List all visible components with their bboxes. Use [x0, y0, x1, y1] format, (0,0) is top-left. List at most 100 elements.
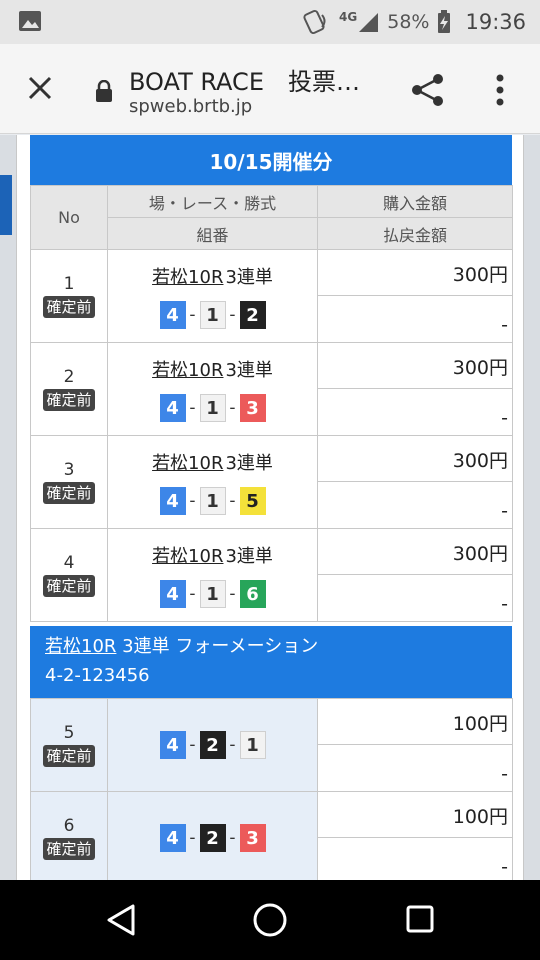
- race-link[interactable]: 若松10R: [152, 546, 223, 567]
- formation-type: 3連単 フォーメーション: [122, 636, 319, 657]
- bet-number: 4: [63, 553, 75, 573]
- bets-table: No 場・レース・勝式 購入金額 組番 払戻金額 1 確定前 若松10R 3連単 …: [30, 185, 513, 622]
- combination: 4-1-5: [108, 487, 317, 515]
- close-icon[interactable]: [22, 70, 58, 106]
- combo-separator: -: [229, 398, 236, 418]
- combination: 4-1-3: [108, 394, 317, 422]
- boat-number-box: 5: [239, 487, 266, 515]
- home-icon[interactable]: [251, 901, 289, 939]
- combination: 4-2-3: [108, 824, 317, 852]
- boat-number-box: 6: [239, 580, 266, 608]
- table-row: 5 確定前 4-2-1 100円: [30, 698, 513, 792]
- table-row: 1 確定前 若松10R 3連単 4-1-2 300円: [30, 249, 513, 343]
- table-row: 3 確定前 若松10R 3連単 4-1-5 300円: [30, 435, 513, 529]
- combo-separator: -: [229, 305, 236, 325]
- bet-type: 3連単: [225, 267, 273, 288]
- purchase-amount: 100円: [317, 698, 513, 745]
- bet-no-cell: 5 確定前: [30, 698, 108, 792]
- nfc-icon: [303, 9, 326, 35]
- payout-amount: -: [317, 574, 513, 622]
- clock: 19:36: [465, 10, 526, 34]
- boat-number-box: 1: [239, 731, 266, 759]
- boat-number-box: 2: [239, 301, 266, 329]
- status-badge: 確定前: [43, 575, 95, 597]
- purchase-amount: 300円: [317, 342, 513, 389]
- status-badge: 確定前: [43, 745, 95, 767]
- payout-amount: -: [317, 481, 513, 529]
- combo-separator: -: [229, 584, 236, 604]
- boat-number-box: 4: [159, 580, 186, 608]
- share-icon[interactable]: [408, 70, 448, 110]
- date-header: 10/15開催分: [30, 135, 512, 185]
- combination: 4-1-2: [108, 301, 317, 329]
- lock-icon: [96, 80, 112, 102]
- bet-number: 3: [63, 460, 75, 480]
- race-cell: 若松10R 3連単 4-1-3: [107, 342, 318, 436]
- combo-separator: -: [189, 491, 196, 511]
- bet-number: 2: [63, 367, 75, 387]
- race-link[interactable]: 若松10R: [152, 453, 223, 474]
- back-icon[interactable]: [105, 903, 137, 937]
- race-cell: 若松10R 3連単 4-1-2: [107, 249, 318, 343]
- status-bar: 4G 58% 19:36: [0, 0, 540, 44]
- combination: 4-2-1: [108, 731, 317, 759]
- bet-number: 5: [63, 723, 75, 743]
- boat-number-box: 4: [159, 731, 186, 759]
- boat-number-box: 2: [199, 731, 226, 759]
- boat-number-box: 4: [159, 824, 186, 852]
- boat-number-box: 1: [199, 580, 226, 608]
- race-link[interactable]: 若松10R: [152, 360, 223, 381]
- background-right: [524, 135, 540, 880]
- more-vert-icon[interactable]: [490, 70, 510, 110]
- background-left: [0, 135, 16, 880]
- table-row: 4 確定前 若松10R 3連単 4-1-6 300円: [30, 528, 513, 622]
- combo-separator: -: [189, 584, 196, 604]
- bet-no-cell: 1 確定前: [30, 249, 108, 343]
- combo-separator: -: [229, 491, 236, 511]
- status-badge: 確定前: [43, 838, 95, 860]
- purchase-amount: 100円: [317, 791, 513, 838]
- boat-number-box: 3: [239, 824, 266, 852]
- race-link[interactable]: 若松10R: [152, 267, 223, 288]
- battery-charging-icon: [438, 10, 451, 33]
- formation-code: 4-2-123456: [45, 665, 150, 686]
- boat-number-box: 4: [159, 394, 186, 422]
- purchase-amount: 300円: [317, 528, 513, 575]
- boat-number-box: 1: [199, 394, 226, 422]
- combination: 4-1-6: [108, 580, 317, 608]
- purchase-amount: 300円: [317, 249, 513, 296]
- race-cell: 若松10R 3連単 4-1-5: [107, 435, 318, 529]
- race-cell: 4-2-1: [107, 698, 318, 792]
- purchase-amount: 300円: [317, 435, 513, 482]
- page-url[interactable]: spweb.brtb.jp: [129, 96, 252, 117]
- bet-no-cell: 3 確定前: [30, 435, 108, 529]
- recent-apps-icon[interactable]: [405, 904, 435, 934]
- col-combo: 組番: [107, 217, 318, 250]
- web-content[interactable]: 10/15開催分 No 場・レース・勝式 購入金額 組番 払戻金額 1 確定前 …: [0, 135, 540, 880]
- status-badge: 確定前: [43, 482, 95, 504]
- bet-no-cell: 6 確定前: [30, 791, 108, 880]
- combo-separator: -: [189, 735, 196, 755]
- bet-no-cell: 4 確定前: [30, 528, 108, 622]
- bet-type: 3連単: [225, 453, 273, 474]
- status-badge: 確定前: [43, 296, 95, 318]
- payout-amount: -: [317, 295, 513, 343]
- formation-race-link[interactable]: 若松10R: [45, 636, 116, 657]
- formation-header: 若松10R 3連単 フォーメーション 4-2-123456: [30, 626, 512, 698]
- page-title: BOAT RACE 投票…: [129, 68, 360, 96]
- formation-table: 5 確定前 4-2-1 100円 - 6 確定前 4-2-3 100円 -: [30, 698, 513, 880]
- browser-toolbar: BOAT RACE 投票… spweb.brtb.jp: [0, 44, 540, 134]
- battery-percent: 58%: [387, 11, 430, 33]
- combo-separator: -: [189, 828, 196, 848]
- payout-amount: -: [317, 744, 513, 792]
- status-badge: 確定前: [43, 389, 95, 411]
- boat-number-box: 1: [199, 487, 226, 515]
- combo-separator: -: [229, 828, 236, 848]
- boat-number-box: 1: [199, 301, 226, 329]
- combo-separator: -: [189, 305, 196, 325]
- race-cell: 4-2-3: [107, 791, 318, 880]
- col-race-info: 場・レース・勝式: [107, 185, 318, 218]
- col-no: No: [30, 185, 108, 250]
- race-cell: 若松10R 3連単 4-1-6: [107, 528, 318, 622]
- col-payout: 払戻金額: [317, 217, 513, 250]
